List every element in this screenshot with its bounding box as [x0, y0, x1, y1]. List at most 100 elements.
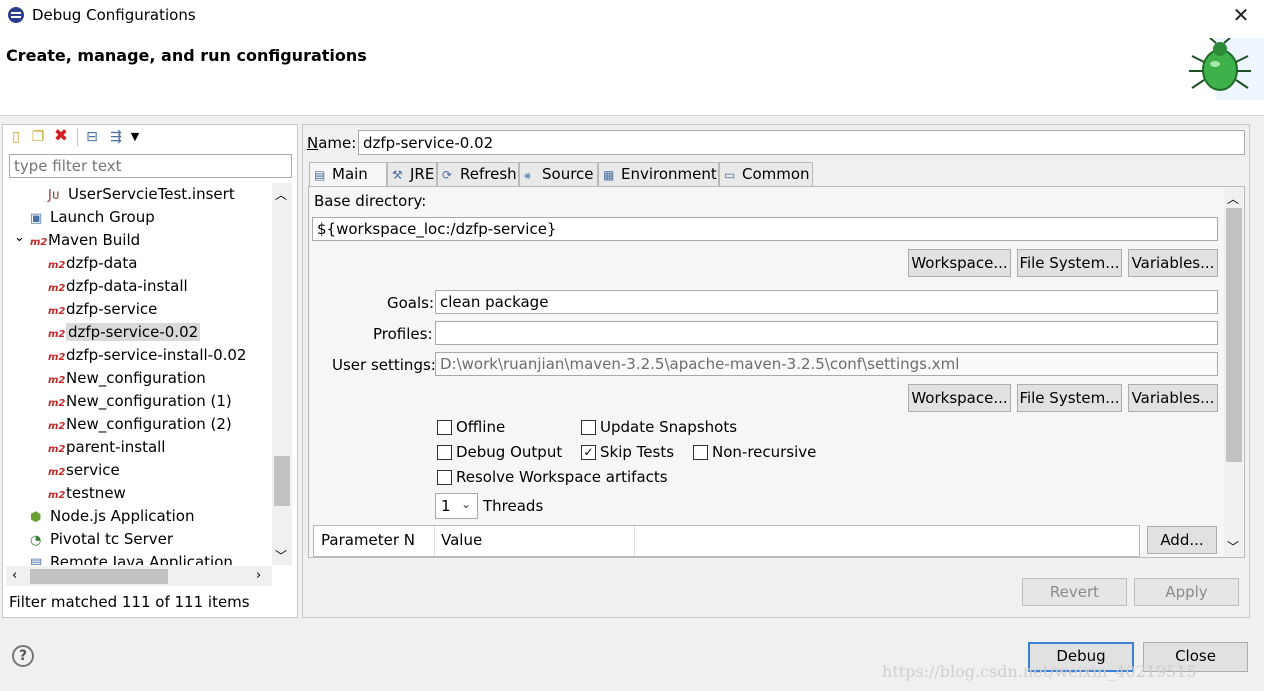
add-parameter-button[interactable]: Add... [1147, 526, 1217, 554]
tree-item-label: Remote Java Application [50, 553, 233, 565]
tree-item[interactable]: ◔ Pivotal tc Server [6, 528, 272, 551]
tree-list: Jᴜ UserServcieTest.insert ▣ Launch Group ⌄ m2… [6, 183, 272, 565]
maven-icon: m2 [48, 260, 66, 271]
base-workspace-button[interactable]: Workspace... [908, 249, 1011, 277]
tree-scrollbar-thumb[interactable] [274, 456, 290, 506]
settings-workspace-button[interactable]: Workspace... [908, 384, 1011, 412]
tree-item-label: Maven Build [48, 231, 141, 249]
tree-item[interactable]: m2dzfp-service-install-0.02 [6, 344, 272, 367]
tab-source[interactable]: ⚹ Source [519, 162, 598, 186]
tab-label: Common [742, 165, 810, 183]
configuration-tree: Jᴜ UserServcieTest.insert ▣ Launch Group ⌄ m2… [6, 183, 272, 565]
revert-button[interactable]: Revert [1022, 578, 1127, 606]
duplicate-icon[interactable]: ❐ [30, 128, 46, 146]
table-header-value[interactable]: Value [441, 531, 482, 549]
non-recursive-checkbox[interactable] [693, 445, 708, 460]
tree-item[interactable]: m2dzfp-service [6, 298, 272, 321]
collapse-all-icon[interactable]: ⊟ [84, 128, 100, 146]
editor-scroll-up-icon[interactable]: ︿ [1227, 190, 1239, 207]
eclipse-icon [8, 7, 24, 23]
tree-item[interactable]: m2dzfp-data [6, 252, 272, 275]
scroll-left-icon[interactable]: ‹ [12, 568, 17, 583]
maven-icon: m2 [48, 421, 66, 432]
editor-scroll-down-icon[interactable]: ﹀ [1227, 538, 1239, 555]
tree-vertical-scrollbar[interactable] [272, 183, 292, 565]
tab-jre[interactable]: ⚒ JRE [387, 162, 437, 186]
tree-item[interactable]: Jᴜ UserServcieTest.insert [6, 183, 272, 206]
base-filesystem-button[interactable]: File System... [1017, 249, 1122, 277]
resolve-workspace-checkbox[interactable] [437, 470, 452, 485]
update-snapshots-checkbox[interactable] [581, 420, 596, 435]
tree-item[interactable]: ▤ Remote Java Application [6, 551, 272, 565]
scroll-up-icon[interactable]: ︿ [275, 186, 287, 203]
tab-environment-icon: ▦ [603, 168, 615, 182]
tree-item-label: Node.js Application [50, 507, 195, 525]
non-recursive-label: Non-recursive [712, 443, 817, 461]
tab-label: JRE [410, 165, 435, 183]
profiles-input[interactable] [435, 321, 1218, 345]
maven-icon: m2 [48, 490, 66, 501]
apply-button[interactable]: Apply [1134, 578, 1239, 606]
tree-item-label: Pivotal tc Server [50, 530, 174, 548]
tab-refresh[interactable]: ⟳ Refresh [437, 162, 519, 186]
filter-input[interactable] [9, 154, 292, 178]
base-directory-label: Base directory: [314, 192, 427, 210]
base-variables-button[interactable]: Variables... [1128, 249, 1218, 277]
tree-item-label: New_configuration [66, 369, 206, 387]
settings-filesystem-button[interactable]: File System... [1017, 384, 1122, 412]
launch-group-icon: ▣ [30, 211, 43, 226]
maven-icon: m2 [48, 329, 66, 340]
tree-item[interactable]: m2service [6, 459, 272, 482]
help-icon[interactable]: ? [12, 645, 34, 667]
tree-item[interactable]: ▣ Launch Group [6, 206, 272, 229]
table-header-parameter[interactable]: Parameter N [321, 531, 415, 549]
tree-item[interactable]: m2New_configuration (1) [6, 390, 272, 413]
base-directory-input[interactable] [312, 217, 1218, 241]
tree-item[interactable]: m2parent-install [6, 436, 272, 459]
window-title: Debug Configurations [32, 6, 196, 24]
editor-scrollbar-thumb[interactable] [1226, 208, 1242, 462]
tab-common[interactable]: ▭ Common [719, 162, 813, 186]
tree-item[interactable]: m2 dzfp-service-0.02 [6, 321, 272, 344]
tree-item[interactable]: m2New_configuration [6, 367, 272, 390]
tab-main[interactable]: ▤ Main [309, 162, 387, 187]
filter-status: Filter matched 111 of 111 items [9, 593, 250, 611]
expand-chevron-icon[interactable]: ⌄ [14, 226, 25, 249]
tree-item-label: parent-install [66, 438, 166, 456]
threads-chevron-down-icon[interactable]: ⌄ [461, 497, 471, 511]
dialog-header [0, 32, 1264, 116]
new-configuration-icon[interactable]: ▯ [8, 128, 24, 146]
settings-variables-button[interactable]: Variables... [1128, 384, 1218, 412]
pivotal-icon: ◔ [30, 533, 42, 548]
watermark: https://blog.csdn.net/weixin_40219515 [882, 662, 1197, 681]
tree-item[interactable]: m2testnew [6, 482, 272, 505]
tree-hscrollbar-thumb[interactable] [30, 569, 168, 584]
parameters-table [313, 525, 1140, 557]
goals-input[interactable] [435, 290, 1218, 314]
tab-environment[interactable]: ▦ Environment [598, 162, 719, 186]
scroll-right-icon[interactable]: › [256, 568, 261, 583]
filter-icon[interactable]: ⇶ [107, 128, 125, 146]
view-menu-chevron-icon[interactable]: ▼ [128, 128, 142, 146]
maven-icon: m2 [30, 237, 48, 248]
resolve-workspace-label: Resolve Workspace artifacts [456, 468, 668, 486]
maven-icon: m2 [48, 398, 66, 409]
tree-item[interactable]: ⬢ Node.js Application [6, 505, 272, 528]
offline-checkbox[interactable] [437, 420, 452, 435]
user-settings-input[interactable] [435, 352, 1218, 376]
close-window-icon[interactable]: ✕ [1228, 2, 1254, 28]
tree-item[interactable]: ⌄ m2Maven Build [6, 229, 272, 252]
debug-output-checkbox[interactable] [437, 445, 452, 460]
scroll-down-icon[interactable]: ﹀ [275, 547, 287, 564]
toolbar-divider [77, 128, 78, 146]
delete-icon[interactable]: ✖ [52, 127, 70, 145]
tree-item[interactable]: m2New_configuration (2) [6, 413, 272, 436]
tree-item-label: testnew [66, 484, 126, 502]
tab-label: Environment [621, 165, 717, 183]
tree-item-label: dzfp-data-install [66, 277, 188, 295]
junit-icon: Jᴜ [48, 188, 60, 203]
configuration-name-input[interactable] [358, 130, 1245, 155]
tree-item[interactable]: m2dzfp-data-install [6, 275, 272, 298]
tree-item-label: dzfp-service [66, 300, 158, 318]
skip-tests-checkbox[interactable]: ✓ [581, 445, 596, 460]
